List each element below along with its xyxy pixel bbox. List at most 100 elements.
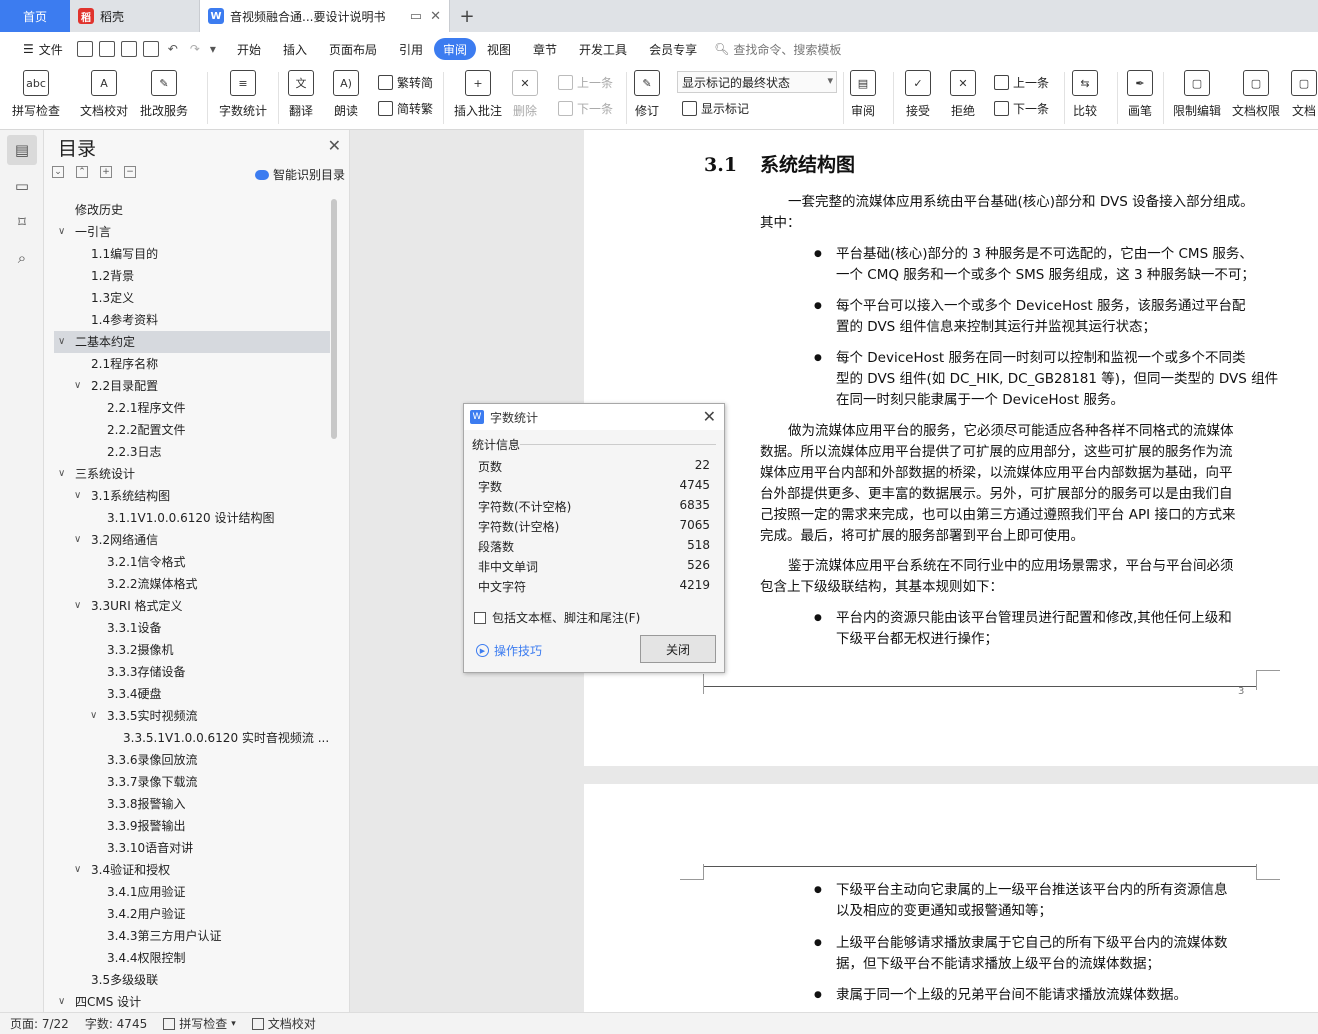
- menu-devtools[interactable]: 开发工具: [568, 38, 638, 60]
- toc-item[interactable]: ∨ 四CMS 设计: [54, 991, 330, 1012]
- print-icon[interactable]: [120, 41, 137, 57]
- toc-item[interactable]: 2.2.1程序文件: [54, 397, 330, 419]
- doc-proof-button[interactable]: A 文档校对: [80, 70, 128, 119]
- file-menu[interactable]: ☰ 文件: [12, 38, 74, 60]
- delete-comment-button[interactable]: ✕ 删除: [512, 70, 538, 119]
- toc-item[interactable]: 1.3定义: [54, 287, 330, 309]
- chevron-down-icon[interactable]: ∨: [74, 375, 81, 397]
- translate-button[interactable]: 文翻译: [288, 70, 314, 119]
- chevron-down-icon[interactable]: ∨: [74, 529, 81, 551]
- restore-icon[interactable]: ▭: [410, 9, 422, 24]
- revise-button[interactable]: ✎ 修订: [634, 70, 660, 119]
- command-search[interactable]: 🔍︎ 查找命令、搜索模板: [714, 41, 841, 58]
- toc-scrollbar[interactable]: [331, 199, 337, 439]
- status-spell-check[interactable]: 拼写检查 ▾: [163, 1015, 236, 1032]
- export-pdf-icon[interactable]: [98, 41, 115, 57]
- close-icon[interactable]: ✕: [703, 407, 716, 426]
- annotate-service-button[interactable]: ✎ 批改服务: [140, 70, 188, 119]
- prev-change-button[interactable]: 上一条: [994, 74, 1049, 91]
- expand-icon[interactable]: ⌃: [76, 166, 88, 178]
- chevron-down-icon[interactable]: ∨: [74, 485, 81, 507]
- dialog-titlebar[interactable]: W 字数统计: [464, 404, 724, 430]
- toc-item[interactable]: 3.3.3存储设备: [54, 661, 330, 683]
- show-markup-button[interactable]: 显示标记: [682, 100, 749, 117]
- next-comment-button[interactable]: 下一条: [558, 100, 613, 117]
- toc-item[interactable]: 3.3.8报警输入: [54, 793, 330, 815]
- status-proof[interactable]: 文档校对: [251, 1015, 316, 1032]
- toc-item[interactable]: 3.3.7录像下载流: [54, 771, 330, 793]
- undo-icon[interactable]: ↶: [168, 42, 178, 56]
- chevron-down-icon[interactable]: ∨: [58, 991, 65, 1012]
- menu-member[interactable]: 会员专享: [638, 38, 708, 60]
- chevron-down-icon[interactable]: ∨: [74, 595, 81, 617]
- toc-item[interactable]: 3.5多级级联: [54, 969, 330, 991]
- remove-heading-icon[interactable]: −: [124, 166, 136, 178]
- doc-more-button[interactable]: ▢ 文档: [1291, 70, 1317, 119]
- toc-item[interactable]: 1.2背景: [54, 265, 330, 287]
- bookmark-icon[interactable]: ⌑: [11, 211, 33, 233]
- prev-comment-button[interactable]: 上一条: [558, 74, 613, 91]
- markup-state-select[interactable]: 显示标记的最终状态: [677, 71, 837, 93]
- spell-check-button[interactable]: abc 拼写检查: [12, 70, 60, 119]
- chevron-down-icon[interactable]: ∨: [58, 221, 65, 243]
- menu-view[interactable]: 视图: [476, 38, 522, 60]
- review-pane-button[interactable]: ▤ 审阅: [850, 70, 876, 119]
- toc-item[interactable]: ∨ 3.1系统结构图: [54, 485, 330, 507]
- menu-review[interactable]: 审阅: [434, 38, 477, 60]
- redo-icon[interactable]: ↷: [190, 42, 200, 56]
- page-indicator[interactable]: 页面: 7/22: [10, 1015, 69, 1032]
- toc-item[interactable]: 3.2.1信令格式: [54, 551, 330, 573]
- chevron-down-icon[interactable]: ∨: [90, 705, 97, 727]
- toc-item[interactable]: ∨ 3.4验证和授权: [54, 859, 330, 881]
- tab-home[interactable]: 首页: [0, 0, 70, 32]
- toc-item[interactable]: 3.4.1应用验证: [54, 881, 330, 903]
- close-icon[interactable]: ✕: [328, 136, 341, 155]
- toc-item[interactable]: 1.4参考资料: [54, 309, 330, 331]
- next-change-button[interactable]: 下一条: [994, 100, 1049, 117]
- smart-toc-button[interactable]: 智能识别目录: [254, 166, 345, 183]
- close-button[interactable]: 关闭: [640, 635, 716, 663]
- to-traditional-button[interactable]: 繁转简: [378, 74, 433, 91]
- tab-document[interactable]: W 音视频融合通...要设计说明书 ▭ ✕: [200, 0, 450, 32]
- save-icon[interactable]: [76, 41, 93, 57]
- tips-link[interactable]: ▶ 操作技巧: [476, 642, 542, 659]
- toc-item[interactable]: 3.3.10语音对讲: [54, 837, 330, 859]
- toc-panel-icon[interactable]: ▤: [7, 135, 37, 165]
- chevron-down-icon[interactable]: ∨: [58, 463, 65, 485]
- new-tab-button[interactable]: +: [450, 0, 484, 32]
- chevron-down-icon[interactable]: ∨: [74, 859, 81, 881]
- toc-item[interactable]: 3.2.2流媒体格式: [54, 573, 330, 595]
- toc-item[interactable]: 3.3.5.1V1.0.0.6120 实时音视频流 ...: [54, 727, 330, 749]
- menu-chapter[interactable]: 章节: [522, 38, 568, 60]
- read-aloud-button[interactable]: A) 朗读: [333, 70, 359, 119]
- chapter-icon[interactable]: ▭: [11, 175, 33, 197]
- menu-layout[interactable]: 页面布局: [318, 38, 388, 60]
- toc-item[interactable]: 3.4.2用户验证: [54, 903, 330, 925]
- toc-item[interactable]: ∨ 2.2目录配置: [54, 375, 330, 397]
- pen-button[interactable]: ✒ 画笔: [1127, 70, 1153, 119]
- toc-item[interactable]: 1.1编写目的: [54, 243, 330, 265]
- menu-insert[interactable]: 插入: [272, 38, 318, 60]
- reject-button[interactable]: ✕ 拒绝: [950, 70, 976, 119]
- restrict-edit-button[interactable]: ▢ 限制编辑: [1173, 70, 1221, 119]
- add-heading-icon[interactable]: +: [100, 166, 112, 178]
- toc-item[interactable]: ∨ 3.2网络通信: [54, 529, 330, 551]
- toc-item[interactable]: 3.4.3第三方用户认证: [54, 925, 330, 947]
- toc-item[interactable]: 3.3.6录像回放流: [54, 749, 330, 771]
- toc-item[interactable]: ∨ 一引言: [54, 221, 330, 243]
- more-icon[interactable]: ▾: [210, 42, 216, 56]
- insert-comment-button[interactable]: + 插入批注: [454, 70, 502, 119]
- toc-item[interactable]: 3.3.2摄像机: [54, 639, 330, 661]
- toc-item[interactable]: 2.2.2配置文件: [54, 419, 330, 441]
- compare-button[interactable]: ⇆ 比较: [1072, 70, 1098, 119]
- toc-item[interactable]: 2.2.3日志: [54, 441, 330, 463]
- toc-item[interactable]: ∨ 三系统设计: [54, 463, 330, 485]
- include-textbox-checkbox[interactable]: 包括文本框、脚注和尾注(F): [474, 609, 640, 626]
- toc-item[interactable]: 3.4.4权限控制: [54, 947, 330, 969]
- doc-permission-button[interactable]: ▢ 文档权限: [1232, 70, 1280, 119]
- accept-button[interactable]: ✓ 接受: [905, 70, 931, 119]
- menu-start[interactable]: 开始: [226, 38, 272, 60]
- collapse-icon[interactable]: ⌄: [52, 166, 64, 178]
- toc-item[interactable]: 3.1.1V1.0.0.6120 设计结构图: [54, 507, 330, 529]
- close-icon[interactable]: ✕: [430, 9, 441, 24]
